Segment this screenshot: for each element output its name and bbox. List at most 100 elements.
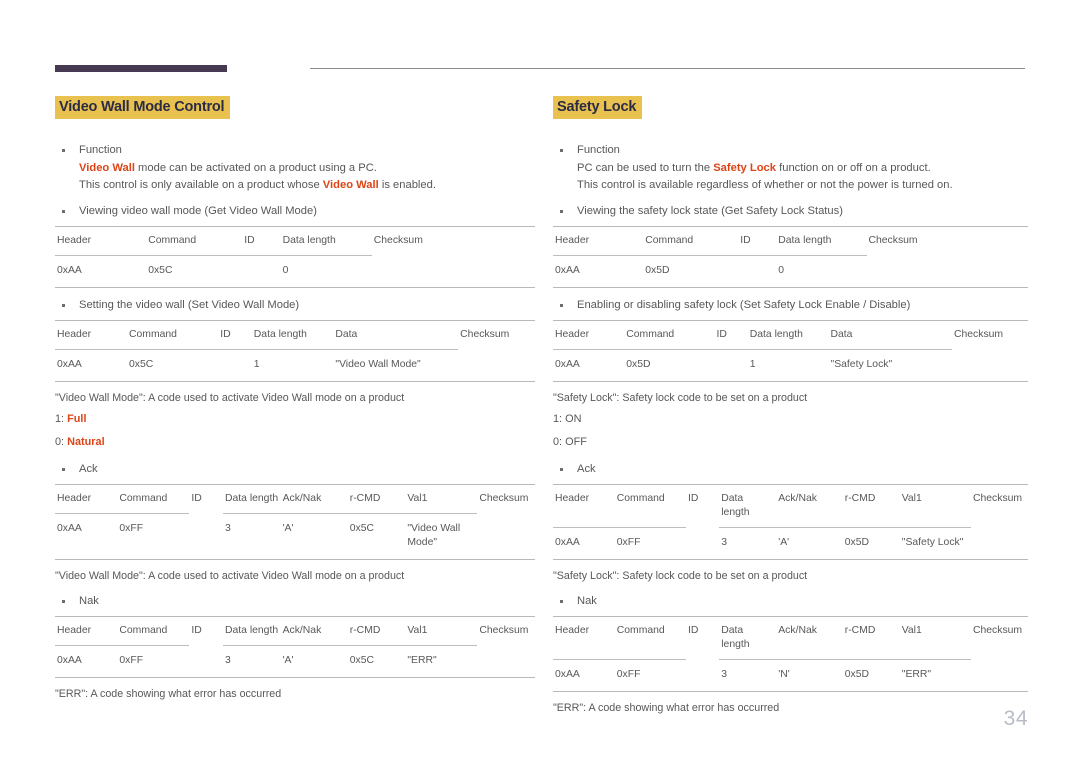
right-set-note: "Safety Lock": Safety lock code to be se… [553, 392, 808, 405]
col-header-data-length: Data length [222, 484, 281, 515]
left-set-bullet-label: Setting the video wall (Set Video Wall M… [79, 299, 300, 312]
cell-command: 0xFF [119, 523, 144, 535]
table-row: 0xAA 0x5D 1 "Safety Lock" [553, 350, 1028, 382]
table-row: 0xAA 0xFF 3 'N' 0x5D "ERR" [553, 660, 1028, 692]
cell-checksum [477, 646, 535, 678]
cell-data: "Video Wall Mode" [335, 359, 421, 371]
col-header-data-length: Data length [280, 226, 372, 257]
left-ack-bullet: Ack [55, 461, 535, 478]
col-header-id: ID [688, 493, 699, 505]
col-header-header: Header [55, 226, 147, 257]
col-header-r-cmd: r-CMD [347, 616, 406, 647]
cell-header: 0xAA [555, 359, 580, 371]
cell-data-length: 0 [282, 265, 289, 277]
col-header-r-cmd: r-CMD [347, 484, 406, 515]
cell-r-cmd: 0x5D [844, 537, 870, 549]
cell-data-length: 3 [224, 523, 231, 535]
cell-checksum [477, 514, 535, 560]
col-header-r-cmd: r-CMD [842, 616, 900, 661]
col-header-data-length: Data length [251, 320, 334, 351]
cell-data-length: 1 [253, 359, 260, 371]
cell-ack-nak: 'A' [282, 523, 294, 535]
col-header-data: Data [828, 320, 952, 351]
emphasis-safety-lock: Safety Lock [713, 162, 777, 175]
col-header-checksum: Checksum [479, 625, 529, 637]
cell-ack-nak: 'A' [282, 655, 294, 667]
right-option-0-value: OFF [565, 436, 587, 449]
col-header-command: Command [117, 616, 190, 647]
table-header-row: Header Command ID Data length Checksum [55, 226, 535, 257]
left-get-bullet: Viewing video wall mode (Get Video Wall … [55, 203, 535, 220]
col-header-val1: Val1 [899, 484, 971, 529]
right-ack-bullet: Ack [553, 461, 1028, 478]
cell-command: 0x5C [148, 265, 173, 277]
right-set-bullet-label: Enabling or disabling safety lock (Set S… [577, 299, 911, 312]
right-ack-note: "Safety Lock": Safety lock code to be se… [553, 570, 808, 583]
right-function-line-1: PC can be used to turn the Safety Lock f… [577, 160, 1028, 177]
cell-header: 0xAA [57, 523, 82, 535]
col-header-checksum: Checksum [973, 625, 1023, 637]
col-header-command: Command [117, 484, 190, 515]
cell-id [189, 646, 223, 678]
page-title-safety-lock: Safety Lock [553, 96, 643, 120]
right-option-0-key: 0: [553, 436, 566, 449]
cell-data-length: 1 [749, 359, 756, 371]
left-set-note: "Video Wall Mode": A code used to activa… [55, 392, 405, 405]
cell-val1: "ERR" [901, 669, 932, 681]
right-function-line-1-post: function on or off on a product. [776, 162, 931, 175]
cell-data-length: 3 [224, 655, 231, 667]
right-option-1-key: 1: [553, 413, 566, 426]
left-ack-bullet-label: Ack [79, 463, 98, 476]
col-header-checksum: Checksum [954, 329, 1004, 341]
cell-command: 0xFF [119, 655, 144, 667]
col-header-ack-nak: Ack/Nak [280, 616, 348, 647]
left-function-line-2: This control is only available on a prod… [79, 177, 535, 194]
cell-val1: "Video Wall Mode" [407, 523, 461, 549]
cell-data-length: 3 [721, 537, 728, 549]
col-header-ack-nak: Ack/Nak [776, 484, 843, 529]
right-ack-bullet-label: Ack [577, 463, 596, 476]
col-header-data: Data [333, 320, 459, 351]
cell-checksum [952, 350, 1028, 382]
table-header-row: Header Command ID Data length Data Check… [55, 320, 535, 351]
table-header-row: Header Command ID Data length Ack/Nak r-… [55, 484, 535, 515]
right-get-bullet-label: Viewing the safety lock state (Get Safet… [577, 205, 843, 218]
table-header-row: Header Command ID Data length Ack/Nak r-… [553, 616, 1028, 661]
left-function-line-2-pre: This control is only available on a prod… [79, 179, 323, 192]
col-header-header: Header [55, 320, 127, 351]
col-header-command: Command [624, 320, 715, 351]
cell-command: 0xFF [616, 669, 641, 681]
cell-command: 0xFF [616, 537, 641, 549]
right-nak-note: "ERR": A code showing what error has occ… [553, 702, 780, 715]
col-header-id: ID [191, 493, 202, 505]
page-header-rule [55, 62, 1025, 76]
right-set-bullet: Enabling or disabling safety lock (Set S… [553, 297, 1028, 314]
left-nak-bullet: Nak [55, 593, 535, 610]
cell-ack-nak: 'A' [778, 537, 790, 549]
cell-id [715, 350, 748, 382]
cell-id [218, 350, 252, 382]
col-header-val1: Val1 [405, 616, 478, 647]
col-header-id: ID [738, 226, 777, 257]
col-header-checksum: Checksum [460, 329, 510, 341]
right-function-block: Function PC can be used to turn the Safe… [553, 142, 1028, 194]
cell-val1: "ERR" [407, 655, 437, 667]
left-ack-note: "Video Wall Mode": A code used to activa… [55, 570, 405, 583]
cell-command: 0x5C [129, 359, 154, 371]
cell-header: 0xAA [57, 265, 82, 277]
cell-command: 0x5D [626, 359, 651, 371]
page-title-video-wall: Video Wall Mode Control [55, 96, 231, 120]
cell-id [242, 256, 280, 288]
page-number: 34 [1003, 707, 1028, 730]
right-column: Safety Lock Function PC can be used to t… [553, 96, 1028, 716]
col-header-command: Command [127, 320, 219, 351]
cell-data-length: 3 [721, 669, 728, 681]
right-function-label: Function [577, 144, 620, 157]
col-header-id: ID [714, 320, 748, 351]
col-header-data-length: Data length [222, 616, 281, 647]
col-header-ack-nak: Ack/Nak [280, 484, 348, 515]
cell-header: 0xAA [57, 655, 82, 667]
right-function-line-2: This control is available regardless of … [577, 179, 953, 192]
right-option-1: 1: ON [553, 410, 1028, 429]
cell-id [189, 514, 223, 560]
